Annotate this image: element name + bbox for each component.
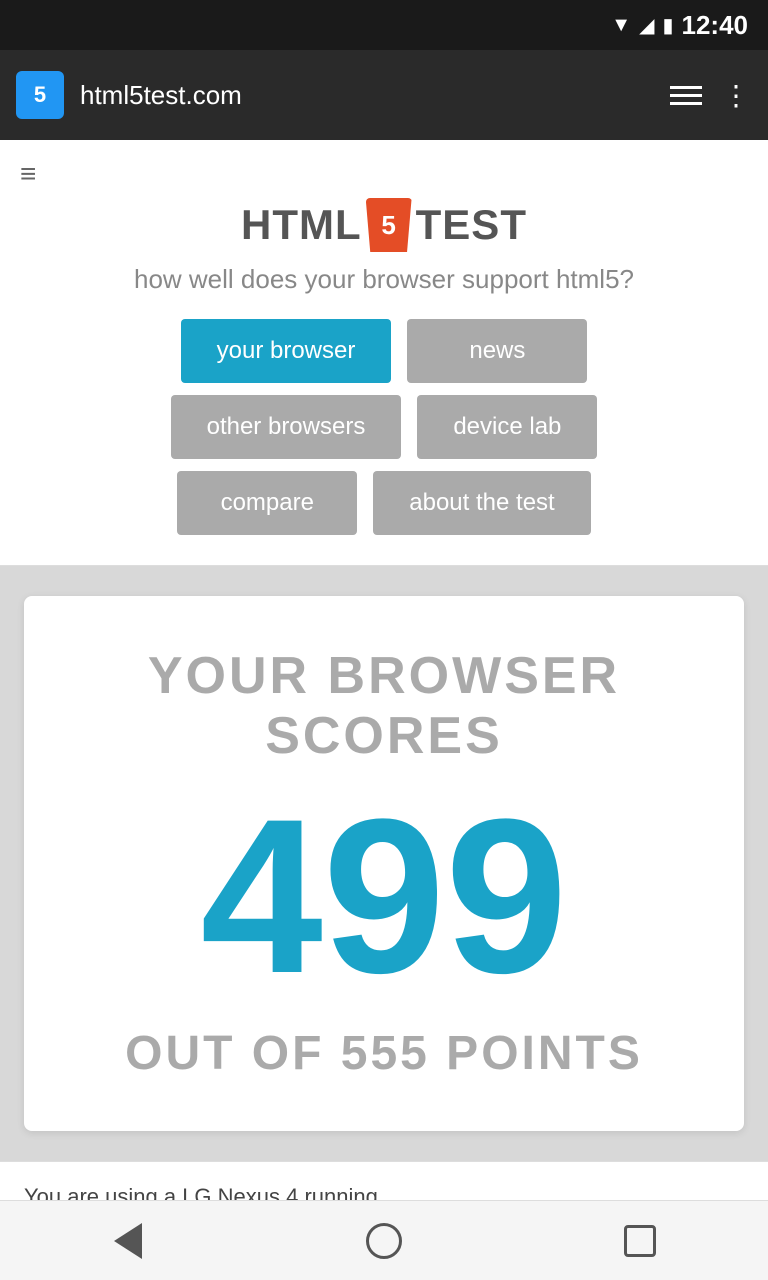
recent-icon	[624, 1225, 656, 1257]
home-icon	[366, 1223, 402, 1259]
status-icons: ▼ ◢ ▮ 12:40	[611, 10, 748, 41]
toolbar-icons: ⋮	[670, 79, 752, 112]
site-title: HTML 5 TEST	[241, 198, 527, 252]
title-test: TEST	[416, 201, 527, 249]
browser-toolbar: 5 html5test.com ⋮	[0, 50, 768, 140]
score-number: 499	[200, 786, 567, 1006]
news-button[interactable]: news	[407, 319, 587, 383]
recent-button[interactable]	[610, 1211, 670, 1271]
battery-icon: ▮	[662, 13, 673, 38]
title-5-badge: 5	[366, 198, 412, 252]
nav-row-2: other browsers device lab	[171, 395, 598, 459]
url-bar[interactable]: html5test.com	[80, 80, 654, 111]
menu-lines-icon[interactable]	[670, 86, 702, 105]
status-bar: ▼ ◢ ▮ 12:40	[0, 0, 768, 50]
home-button[interactable]	[354, 1211, 414, 1271]
score-card: YOUR BROWSER SCORES 499 OUT OF 555 POINT…	[24, 596, 744, 1131]
dots-menu-icon[interactable]: ⋮	[722, 79, 752, 112]
menu-line	[670, 102, 702, 105]
your-browser-button[interactable]: your browser	[181, 319, 392, 383]
wifi-icon: ▼	[611, 14, 631, 37]
subtitle: how well does your browser support html5…	[134, 264, 634, 295]
score-subtitle: OUT OF 555 POINTS	[125, 1026, 643, 1081]
nav-row-1: your browser news	[181, 319, 588, 383]
browser-icon-label: 5	[34, 82, 46, 108]
menu-line	[670, 86, 702, 89]
nav-buttons: your browser news other browsers device …	[0, 319, 768, 535]
title-html: HTML	[241, 201, 362, 249]
browser-icon: 5	[16, 71, 64, 119]
compare-button[interactable]: compare	[177, 471, 357, 535]
score-section: YOUR BROWSER SCORES 499 OUT OF 555 POINT…	[0, 566, 768, 1161]
menu-line	[670, 94, 702, 97]
page-menu-icon[interactable]: ≡	[20, 160, 36, 188]
title-5-label: 5	[381, 210, 395, 241]
other-browsers-button[interactable]: other browsers	[171, 395, 402, 459]
device-lab-button[interactable]: device lab	[417, 395, 597, 459]
header-section: ≡ HTML 5 TEST how well does your browser…	[0, 140, 768, 566]
nav-row-3: compare about the test	[177, 471, 590, 535]
status-time: 12:40	[682, 10, 749, 41]
signal-icon: ◢	[639, 13, 654, 38]
page-content: ≡ HTML 5 TEST how well does your browser…	[0, 140, 768, 1264]
back-button[interactable]	[98, 1211, 158, 1271]
about-test-button[interactable]: about the test	[373, 471, 590, 535]
bottom-nav	[0, 1200, 768, 1280]
back-icon	[114, 1223, 142, 1259]
score-title: YOUR BROWSER SCORES	[64, 646, 704, 766]
